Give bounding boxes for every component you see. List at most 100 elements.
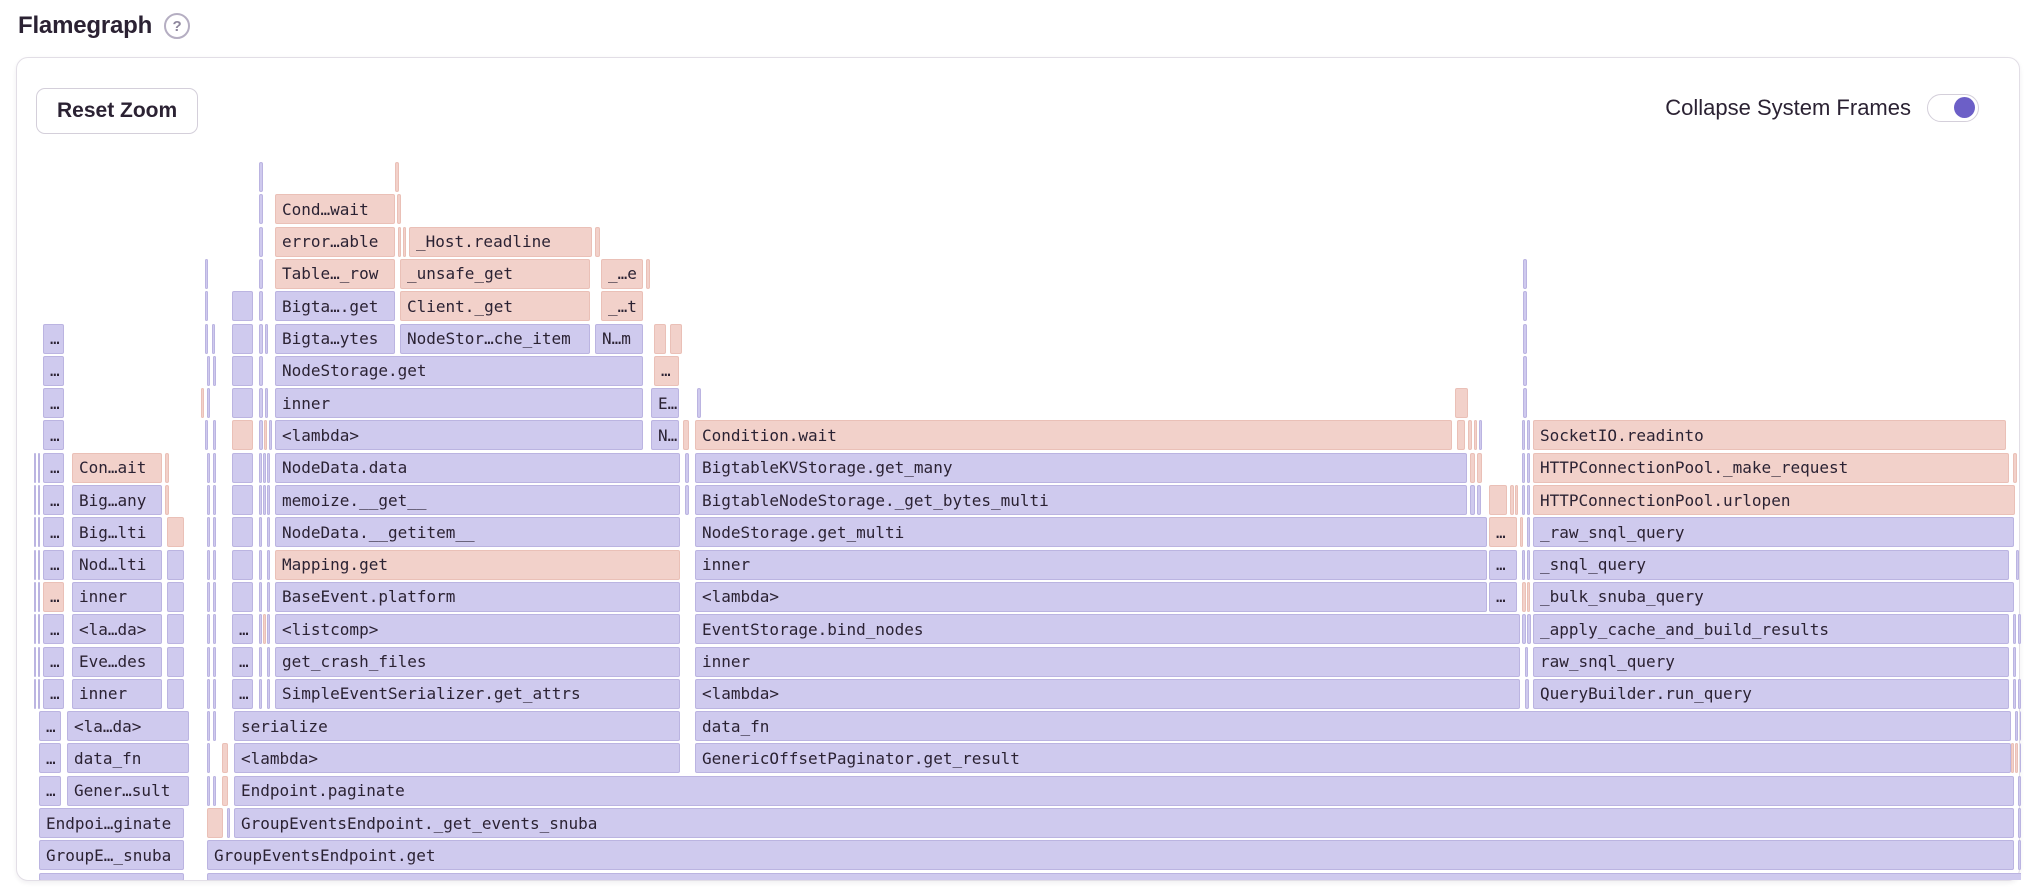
flame-frame-sliver[interactable]: [1522, 550, 1525, 580]
flame-frame-sliver[interactable]: [38, 485, 40, 515]
flame-frame[interactable]: QueryBuilder.run_query: [1533, 679, 2009, 709]
flame-frame-sliver[interactable]: [654, 324, 666, 354]
flame-frame-sliver[interactable]: [263, 485, 266, 515]
flame-frame-sliver[interactable]: [259, 582, 262, 612]
flame-frame-sliver[interactable]: [265, 388, 268, 418]
flame-frame-sliver[interactable]: [205, 259, 208, 289]
flame-frame-sliver[interactable]: [1477, 485, 1481, 515]
flame-frame[interactable]: inner: [275, 388, 643, 418]
flame-frame-sliver[interactable]: [267, 614, 270, 644]
flame-frame[interactable]: …: [232, 647, 253, 677]
flame-frame-sliver[interactable]: [670, 324, 682, 354]
flame-frame[interactable]: <lambda>: [275, 420, 643, 450]
flame-frame[interactable]: <la…da>: [72, 614, 162, 644]
flame-frame[interactable]: inner: [72, 582, 162, 612]
flame-frame-sliver[interactable]: [683, 420, 689, 450]
flame-frame[interactable]: _…t: [601, 291, 643, 321]
flame-frame-sliver[interactable]: [267, 517, 270, 547]
flame-frame-sliver[interactable]: [1522, 453, 1525, 483]
flame-frame-sliver[interactable]: [232, 324, 253, 354]
flame-frame-sliver[interactable]: [38, 517, 40, 547]
flame-frame-sliver[interactable]: [397, 194, 401, 224]
flame-frame-sliver[interactable]: [165, 453, 169, 483]
flame-frame-sliver[interactable]: [1527, 550, 1530, 580]
flame-frame-sliver[interactable]: [1515, 485, 1518, 515]
flame-frame[interactable]: …: [232, 679, 253, 709]
flame-frame-sliver[interactable]: [207, 453, 210, 483]
flame-frame[interactable]: …: [43, 420, 64, 450]
flame-frame[interactable]: NodeStorage.get_multi: [695, 517, 1487, 547]
flame-frame-sliver[interactable]: [1523, 356, 1527, 386]
flame-frame-sliver[interactable]: [2018, 614, 2021, 644]
flame-frame[interactable]: …: [39, 776, 61, 806]
flame-frame[interactable]: N…: [651, 420, 679, 450]
flame-frame-sliver[interactable]: [595, 227, 600, 257]
flame-frame[interactable]: error…able: [275, 227, 395, 257]
flame-frame-sliver[interactable]: [1527, 420, 1530, 450]
flame-frame-sliver[interactable]: [267, 453, 270, 483]
flame-frame[interactable]: …: [654, 356, 679, 386]
flame-frame-sliver[interactable]: [212, 324, 215, 354]
flame-frame-sliver[interactable]: [267, 679, 270, 709]
flame-frame[interactable]: …: [43, 517, 64, 547]
flame-frame-sliver[interactable]: [38, 614, 40, 644]
flame-frame[interactable]: …: [1489, 582, 1517, 612]
flame-frame-sliver[interactable]: [213, 453, 216, 483]
flame-frame-sliver[interactable]: [1527, 582, 1530, 612]
flamegraph-canvas[interactable]: Cond…waiterror…able_Host.readlineTable…_…: [17, 58, 2021, 880]
flame-frame-sliver[interactable]: [213, 647, 216, 677]
flame-frame-sliver[interactable]: [1525, 679, 1529, 709]
flame-frame-sliver[interactable]: [167, 582, 184, 612]
flame-frame-sliver[interactable]: [213, 679, 216, 709]
flame-frame-sliver[interactable]: [259, 485, 262, 515]
flame-frame-sliver[interactable]: [207, 485, 210, 515]
flame-frame-sliver[interactable]: [259, 259, 263, 289]
flame-frame-sliver[interactable]: [34, 614, 36, 644]
flame-frame-sliver[interactable]: [232, 550, 253, 580]
flame-frame[interactable]: BigtableNodeStorage._get_bytes_multi: [695, 485, 1467, 515]
flame-frame-sliver[interactable]: [259, 517, 262, 547]
flame-frame-sliver[interactable]: [265, 324, 268, 354]
flame-frame-sliver[interactable]: [1455, 388, 1468, 418]
flame-frame-sliver[interactable]: [2013, 679, 2016, 709]
flame-frame[interactable]: GroupE…_snuba: [39, 840, 184, 870]
flame-frame-sliver[interactable]: [398, 227, 401, 257]
flame-frame[interactable]: _…e: [601, 259, 643, 289]
flame-frame-sliver[interactable]: [1479, 420, 1482, 450]
flame-frame[interactable]: …: [43, 647, 64, 677]
flame-frame-sliver[interactable]: [38, 647, 40, 677]
flame-frame[interactable]: …: [39, 743, 61, 773]
flame-frame[interactable]: memoize.__get__: [275, 485, 680, 515]
flame-frame-sliver[interactable]: [259, 614, 262, 644]
flame-frame-sliver[interactable]: [1523, 324, 1527, 354]
flame-frame-sliver[interactable]: [1520, 517, 1523, 547]
flame-frame-sliver[interactable]: [213, 776, 216, 806]
flame-frame-sliver[interactable]: [222, 776, 228, 806]
flame-frame-sliver[interactable]: [395, 162, 399, 192]
flame-frame-sliver[interactable]: [213, 420, 216, 450]
flame-frame-sliver[interactable]: [403, 227, 406, 257]
flame-frame-sliver[interactable]: [259, 388, 263, 418]
flame-frame-sliver[interactable]: [213, 614, 216, 644]
flame-frame[interactable]: NodeData.__getitem__: [275, 517, 680, 547]
flame-frame[interactable]: GroupEventsEndpoint.get: [207, 840, 2014, 870]
flame-frame-sliver[interactable]: [1470, 453, 1475, 483]
flame-frame-sliver[interactable]: [259, 291, 263, 321]
flame-frame[interactable]: get_crash_files: [275, 647, 680, 677]
flame-frame-sliver[interactable]: [267, 550, 270, 580]
flame-frame-sliver[interactable]: [165, 485, 169, 515]
flame-frame-sliver[interactable]: [34, 647, 36, 677]
flame-frame[interactable]: …: [43, 550, 64, 580]
flame-frame-sliver[interactable]: [646, 259, 650, 289]
flame-frame[interactable]: …: [43, 614, 64, 644]
flame-frame-sliver[interactable]: [1525, 647, 1528, 677]
flame-frame-sliver[interactable]: [2018, 776, 2021, 806]
flame-frame-sliver[interactable]: [207, 356, 210, 386]
flame-frame-sliver[interactable]: [207, 550, 210, 580]
flame-frame-sliver[interactable]: [259, 227, 263, 257]
flame-frame[interactable]: <listcomp>: [275, 614, 680, 644]
flame-frame-sliver[interactable]: [1477, 453, 1482, 483]
flame-frame-sliver[interactable]: [1474, 420, 1477, 450]
flame-frame-sliver[interactable]: [259, 324, 263, 354]
flame-frame[interactable]: HTTPConnectionPool._make_request: [1533, 453, 2009, 483]
